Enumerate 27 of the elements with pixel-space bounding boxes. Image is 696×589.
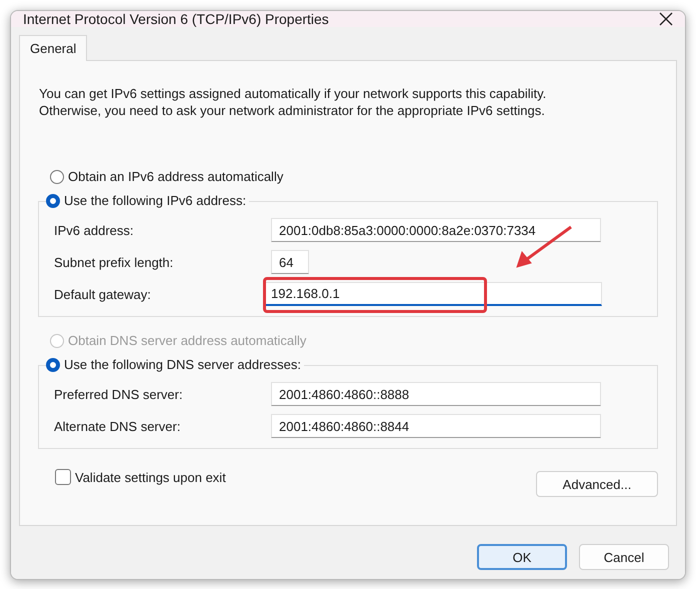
input-field[interactable]: 2001:4860:4860::8844 <box>271 414 601 438</box>
field-label: IPv6 address: <box>54 222 134 238</box>
radio-button[interactable] <box>46 194 60 208</box>
input-field[interactable]: 2001:4860:4860::8888 <box>271 382 601 406</box>
radio-label: Obtain an IPv6 address automatically <box>68 169 284 184</box>
input-field[interactable]: 2001:0db8:85a3:0000:0000:8a2e:0370:7334 <box>271 218 601 242</box>
input-field[interactable]: 64 <box>271 250 309 274</box>
description-text: You can get IPv6 settings assigned automatically if your network supports this capability. <box>39 85 548 102</box>
description-text: Otherwise, you need to ask your network administrator for the appropriate IPv6 settings. <box>39 102 546 119</box>
window-title: Internet Protocol Version 6 (TCP/IPv6) Properties <box>23 11 329 27</box>
radio-label: Obtain DNS server address automatically <box>68 333 306 348</box>
field-label: Subnet prefix length: <box>54 254 174 270</box>
ok-button[interactable]: OK <box>477 544 567 570</box>
checkbox-label: Validate settings upon exit <box>75 470 226 484</box>
close-icon[interactable] <box>659 12 673 26</box>
cancel-button[interactable]: Cancel <box>579 544 669 570</box>
advanced-button[interactable]: Advanced... <box>536 471 658 497</box>
input-field[interactable]: 192.168.0.1 <box>263 282 602 306</box>
field-label: Alternate DNS server: <box>54 418 182 434</box>
radio-button[interactable] <box>50 170 64 184</box>
radio-label: Use the following DNS server addresses: <box>64 357 301 372</box>
checkbox[interactable] <box>55 469 71 485</box>
radio-label: Use the following IPv6 address: <box>64 193 246 208</box>
field-label: Default gateway: <box>54 286 152 302</box>
field-label: Preferred DNS server: <box>54 386 184 402</box>
tab[interactable]: General <box>19 35 88 61</box>
radio-button[interactable] <box>46 358 60 372</box>
